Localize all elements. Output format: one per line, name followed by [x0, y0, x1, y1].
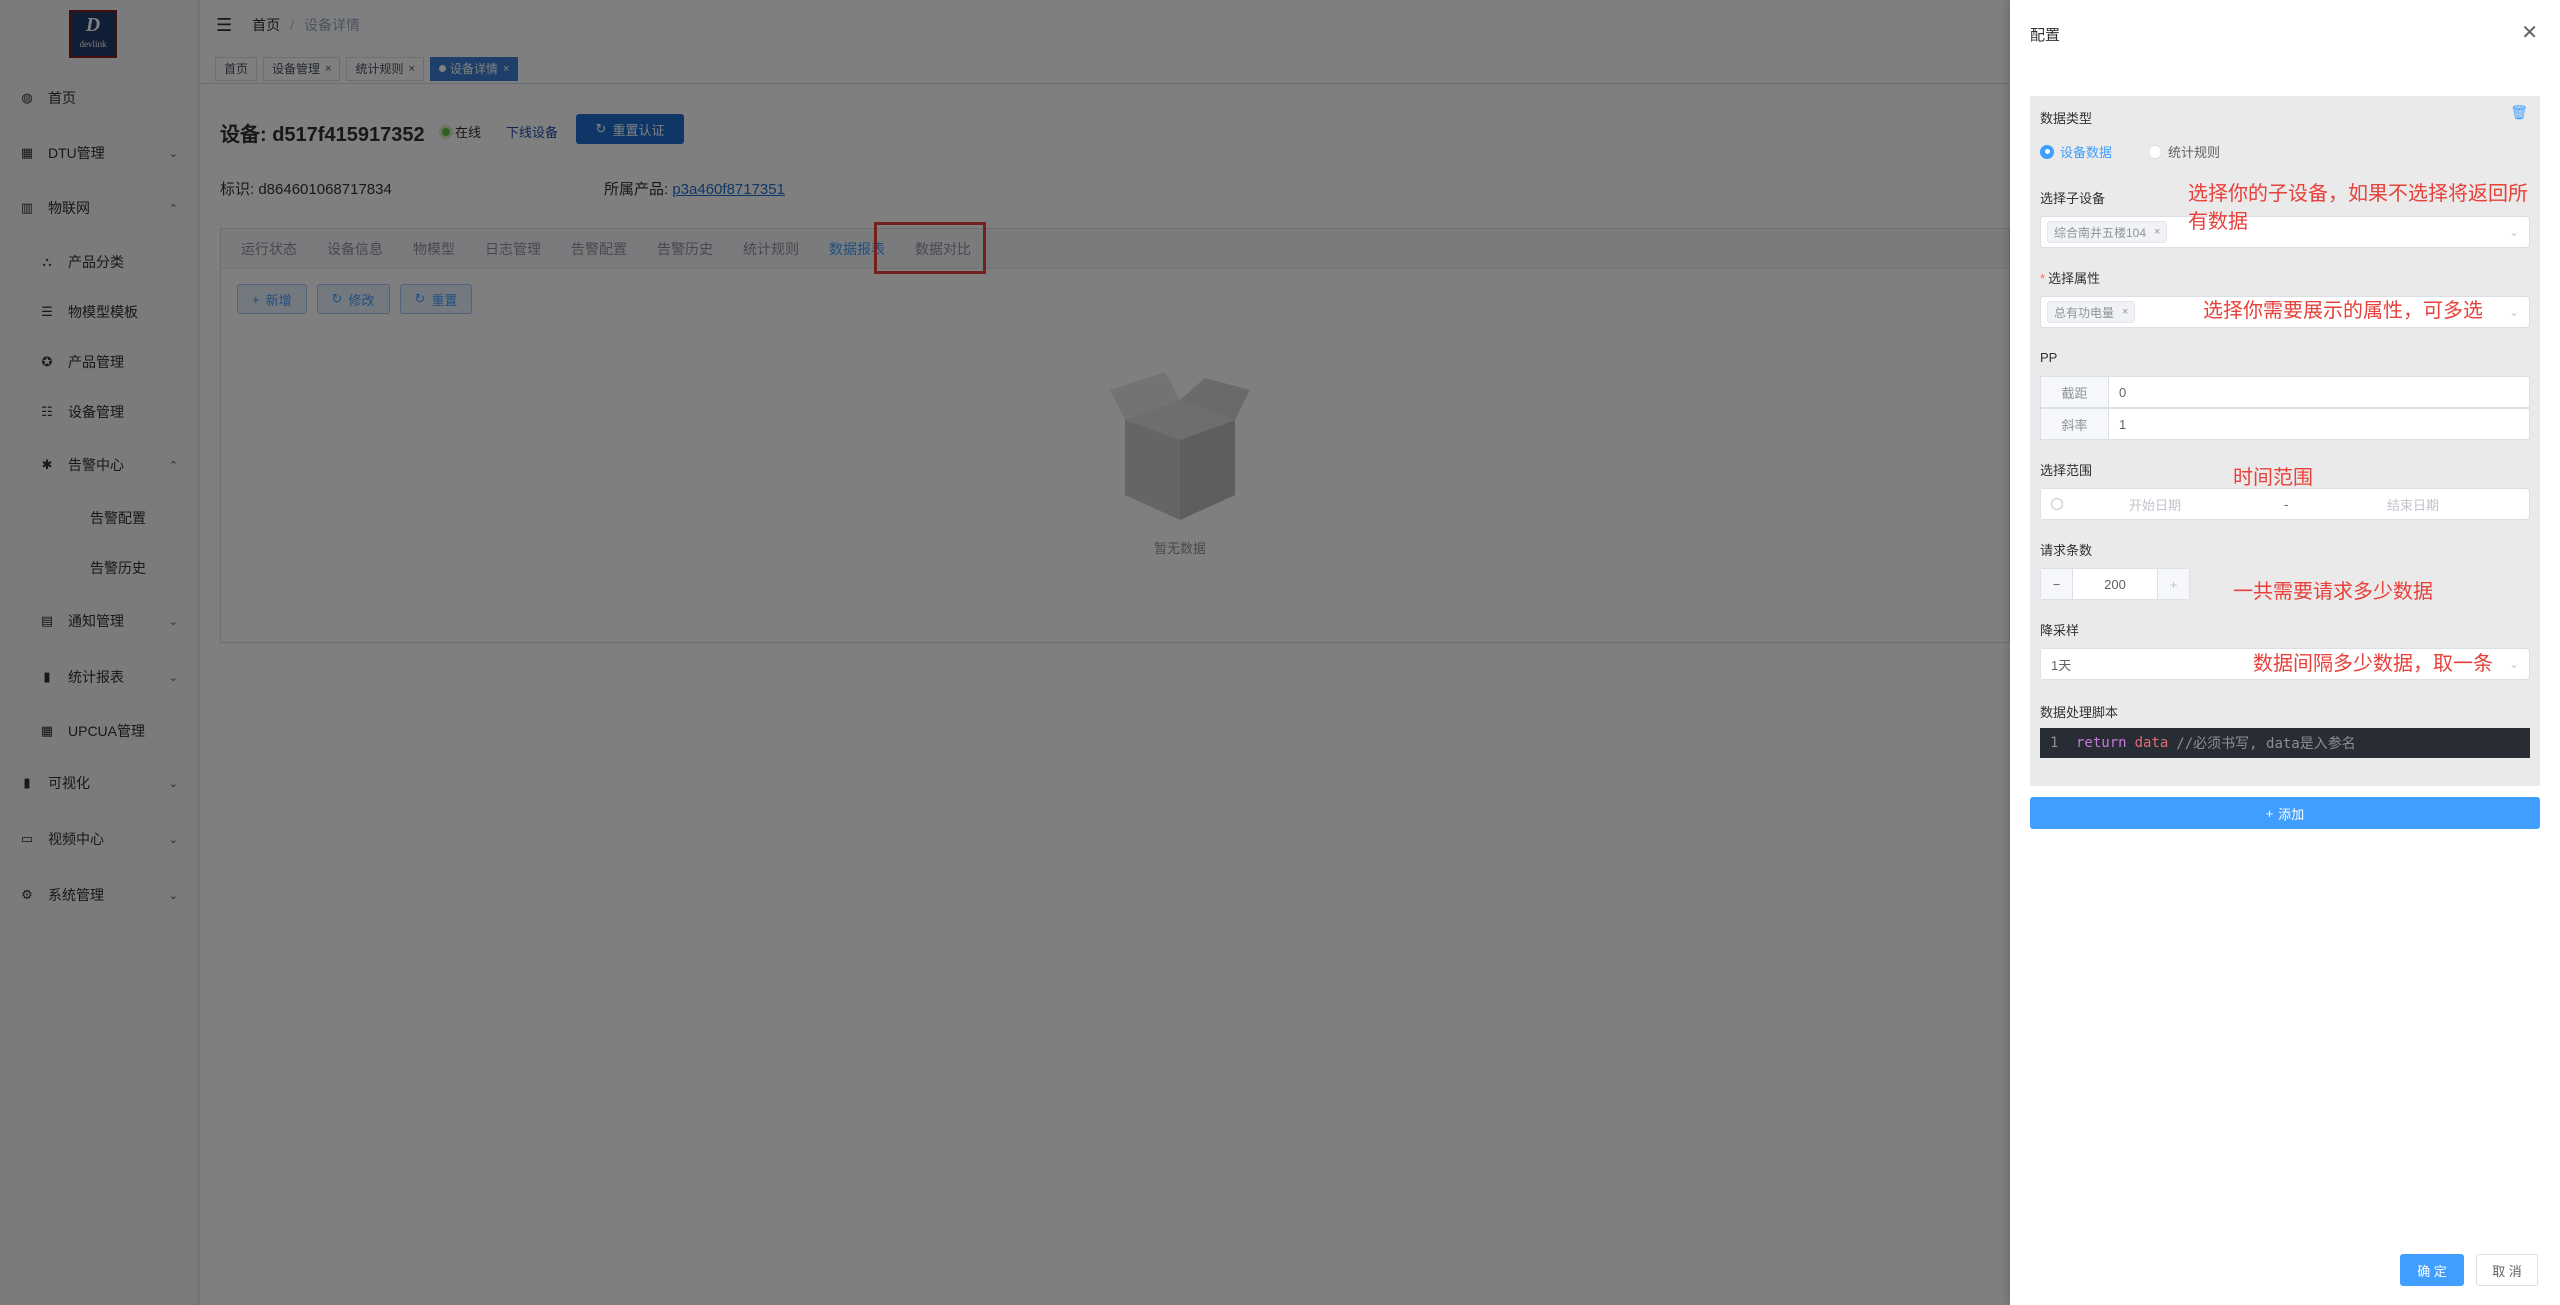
- annotation-downsample: 数据间隔多少数据，取一条: [2253, 653, 2493, 675]
- cancel-button[interactable]: 取 消: [2476, 1254, 2538, 1286]
- close-icon[interactable]: ×: [2122, 306, 2128, 318]
- range-end-input[interactable]: 结束日期: [2387, 495, 2439, 514]
- chip-label: 综合南井五楼104: [2054, 225, 2147, 240]
- annotation-subdevice: 选择你的子设备，如果不选择将返回所有数据: [2188, 183, 2528, 233]
- slope-value[interactable]: 1: [2109, 417, 2126, 432]
- confirm-button[interactable]: 确 定: [2400, 1254, 2464, 1286]
- subdevice-chip: 综合南井五楼104 ×: [2047, 221, 2168, 243]
- pp-label: PP: [2040, 350, 2058, 365]
- clock-icon: [2051, 498, 2063, 510]
- radio-rule-label[interactable]: 统计规则: [2168, 142, 2220, 161]
- code-variable: data: [2134, 735, 2169, 751]
- config-drawer: 配置 ✕ 🗑 数据类型 设备数据 统计规则 选择子设备 综合南井五楼104 × …: [2010, 0, 2560, 1305]
- minus-button[interactable]: −: [2041, 569, 2073, 599]
- script-label: 数据处理脚本: [2040, 705, 2119, 720]
- trash-icon[interactable]: 🗑: [2510, 104, 2528, 121]
- add-config-button[interactable]: + 添加: [2030, 797, 2540, 829]
- radio-device-label[interactable]: 设备数据: [2060, 142, 2112, 161]
- count-stepper[interactable]: − 200 +: [2040, 568, 2190, 600]
- intercept-field[interactable]: 截距 0: [2040, 376, 2530, 408]
- code-comment: //必须书写, data是入参名: [2176, 736, 2356, 752]
- drawer-title: 配置: [2030, 27, 2061, 44]
- count-value[interactable]: 200: [2073, 577, 2157, 592]
- downsample-label: 降采样: [2040, 623, 2080, 638]
- attr-label-text: 选择属性: [2048, 271, 2101, 286]
- range-separator: -: [2284, 496, 2289, 512]
- downsample-value: 1天: [2051, 657, 2072, 673]
- add-config-label: 添加: [2278, 806, 2305, 822]
- range-label: 选择范围: [2040, 463, 2093, 478]
- line-number: 1: [2050, 735, 2059, 751]
- date-range-picker[interactable]: 开始日期 - 结束日期: [2040, 488, 2530, 520]
- data-type-label: 数据类型: [2040, 111, 2093, 126]
- radio-stat-rule[interactable]: [2148, 144, 2163, 159]
- annotation-count: 一共需要请求多少数据: [2233, 581, 2433, 603]
- intercept-value[interactable]: 0: [2109, 385, 2126, 400]
- plus-icon: +: [2265, 805, 2274, 821]
- range-start-input[interactable]: 开始日期: [2129, 495, 2181, 514]
- subdevice-label: 选择子设备: [2040, 191, 2106, 206]
- plus-button[interactable]: +: [2157, 569, 2189, 599]
- annotation-attr: 选择你需要展示的属性，可多选: [2203, 300, 2483, 322]
- attr-label: * 选择属性: [2040, 271, 2101, 286]
- chip-label: 总有功电量: [2054, 305, 2115, 320]
- slope-prefix: 斜率: [2041, 409, 2109, 439]
- count-label: 请求条数: [2040, 543, 2093, 558]
- radio-device-data[interactable]: [2040, 144, 2054, 159]
- data-type-radio-group: 设备数据 统计规则: [2040, 142, 2256, 161]
- attr-chip: 总有功电量 ×: [2047, 301, 2136, 323]
- script-editor[interactable]: 1 return data //必须书写, data是入参名: [2040, 728, 2530, 758]
- modal-mask[interactable]: [0, 0, 2010, 1305]
- intercept-prefix: 截距: [2041, 377, 2109, 407]
- annotation-range: 时间范围: [2233, 467, 2313, 489]
- slope-field[interactable]: 斜率 1: [2040, 408, 2530, 440]
- close-icon[interactable]: ×: [2154, 226, 2160, 238]
- close-icon[interactable]: ✕: [2521, 20, 2538, 45]
- code-keyword: return: [2076, 735, 2127, 751]
